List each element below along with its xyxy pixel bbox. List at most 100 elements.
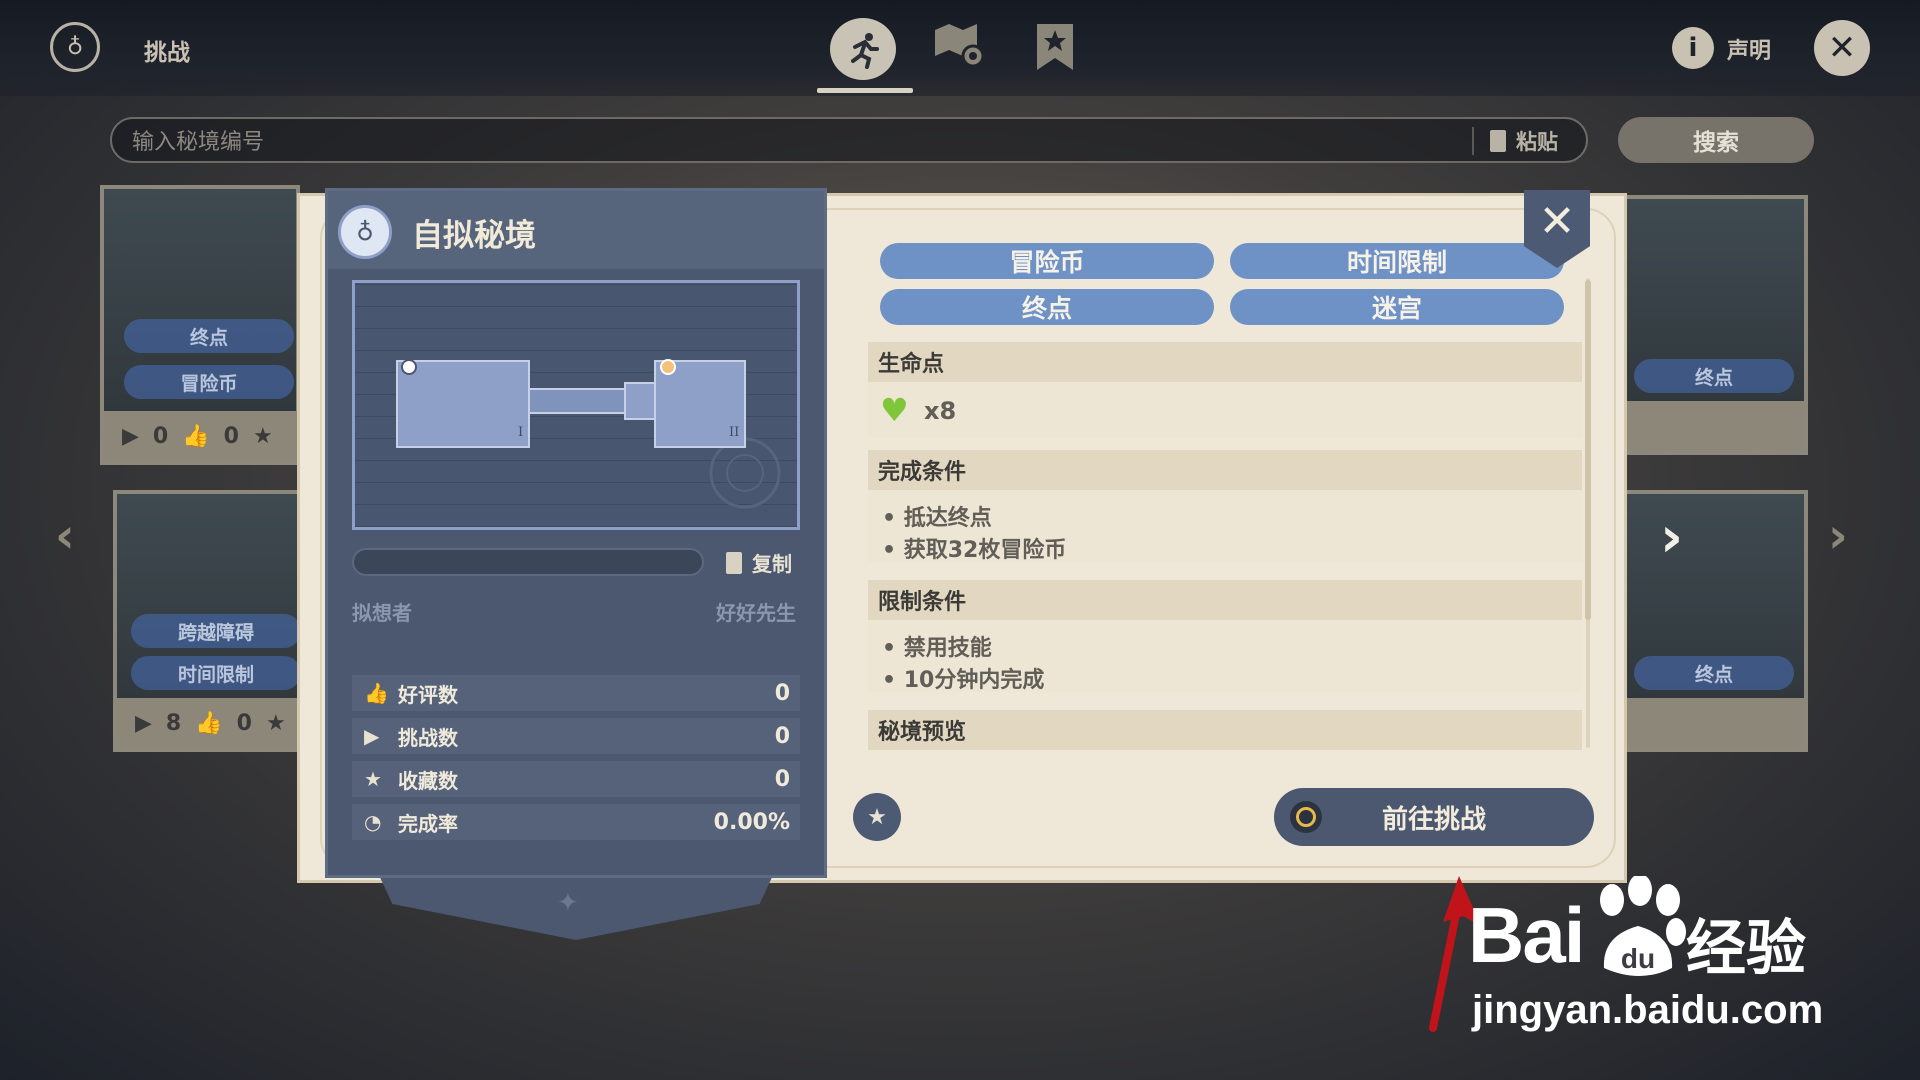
sparkle-icon: ✦ xyxy=(557,888,579,918)
section-header: 秘境预览 xyxy=(868,710,1582,750)
stat-row: ★ 收藏数 0 xyxy=(352,761,800,797)
star-icon: ★ xyxy=(265,710,286,736)
tag-pill: 冒险币 xyxy=(880,243,1214,279)
tab-challenge[interactable] xyxy=(830,18,896,80)
restriction-text: 禁用技能 xyxy=(903,636,992,661)
dialog-title: 自拟秘境 xyxy=(412,218,536,254)
like-count: 0 xyxy=(236,710,252,736)
paste-button[interactable]: 粘贴 xyxy=(1490,123,1558,159)
domain-card[interactable]: 终点 xyxy=(1620,195,1808,455)
card-stats: ▶ 0 👍 0 ★ xyxy=(104,411,296,461)
baidu-paw-logo: du xyxy=(1600,876,1686,976)
copy-icon xyxy=(726,551,742,574)
bookmark-star-icon xyxy=(1037,24,1073,70)
stat-value: 0 xyxy=(774,680,790,706)
tag-pill: 终点 xyxy=(880,289,1214,325)
creator-name: 好好先生 xyxy=(716,601,796,625)
stat-row: ◔ 完成率 0.00% xyxy=(352,804,800,840)
thumbs-up-icon: 👍 xyxy=(195,710,223,736)
stat-value: 0.00% xyxy=(713,809,790,835)
domain-id-field xyxy=(352,548,704,576)
tab-my-domains[interactable] xyxy=(933,22,987,76)
card-tag: 冒险币 xyxy=(124,365,294,399)
close-page-button[interactable]: ✕ xyxy=(1814,20,1870,76)
page-title: 挑战 xyxy=(144,40,190,66)
thumbs-up-icon: 👍 xyxy=(364,681,389,705)
play-count: 8 xyxy=(165,710,182,736)
star-icon: ★ xyxy=(867,804,887,830)
stat-value: 0 xyxy=(774,766,790,792)
thumbs-up-icon: 👍 xyxy=(182,423,210,449)
card-stats xyxy=(1624,401,1804,451)
copy-label: 复制 xyxy=(752,552,792,576)
condition-item: • 获取32枚冒险币 xyxy=(882,532,1066,564)
domain-card[interactable]: 终点 冒险币 ▶ 0 👍 0 ★ xyxy=(100,185,300,465)
restriction-item: • 10分钟内完成 xyxy=(882,662,1044,694)
prev-page-arrow[interactable]: ‹ xyxy=(55,508,75,564)
like-count: 0 xyxy=(223,423,239,449)
running-icon xyxy=(851,33,879,69)
condition-text: 抵达终点 xyxy=(903,506,992,531)
play-icon: ▶ xyxy=(122,423,139,449)
card-tag: 终点 xyxy=(1634,359,1794,393)
disclaimer-button[interactable]: 声明 xyxy=(1727,33,1771,65)
info-icon[interactable]: i xyxy=(1672,27,1714,69)
card-stats xyxy=(1624,698,1804,748)
close-icon: ✕ xyxy=(1827,28,1857,68)
heart-icon: ♥ xyxy=(880,391,909,429)
card-stats: ▶ 8 👍 0 ★ xyxy=(117,698,299,748)
play-icon: ▶ xyxy=(364,724,380,748)
creator-label: 拟想者 xyxy=(352,601,412,625)
map-gear-icon xyxy=(935,24,985,68)
copy-button[interactable]: 复制 xyxy=(726,548,792,577)
divider xyxy=(1472,127,1474,155)
bullet-dot: • xyxy=(882,636,904,661)
stat-value: 0 xyxy=(774,723,790,749)
clipboard-icon xyxy=(1490,130,1506,152)
section-header: 限制条件 xyxy=(868,580,1582,620)
active-tab-indicator xyxy=(817,88,913,93)
play-count: 0 xyxy=(152,423,169,449)
watermark-brand: Bai xyxy=(1468,891,1585,979)
stat-label: 挑战数 xyxy=(398,725,458,750)
bullet-dot: • xyxy=(882,506,904,531)
paste-label: 粘贴 xyxy=(1516,130,1558,154)
room-label: II xyxy=(729,425,740,440)
search-input[interactable] xyxy=(130,127,1384,157)
restriction-text: 10分钟内完成 xyxy=(903,668,1045,693)
room-label: I xyxy=(518,425,524,440)
section-header: 生命点 xyxy=(868,342,1582,382)
condition-item: • 抵达终点 xyxy=(882,500,992,532)
stat-row: 👍 好评数 0 xyxy=(352,675,800,711)
search-bar: 粘贴 xyxy=(110,117,1588,163)
svg-text:du: du xyxy=(1621,943,1655,974)
domain-card[interactable]: 跨越障碍 时间限制 ▶ 8 👍 0 ★ xyxy=(113,490,303,752)
watermark-suffix: 经验 xyxy=(1686,914,1806,984)
stat-label: 好评数 xyxy=(398,682,458,707)
next-card-arrow[interactable]: › xyxy=(1660,505,1683,570)
domain-map-preview: I II xyxy=(352,280,800,530)
start-challenge-button[interactable]: 前往挑战 xyxy=(1274,788,1594,846)
stat-label: 完成率 xyxy=(398,811,458,836)
tab-favorites[interactable] xyxy=(1035,22,1075,76)
pie-icon: ◔ xyxy=(364,810,382,834)
scrollbar-thumb[interactable] xyxy=(1585,280,1591,620)
life-count: x8 xyxy=(924,397,957,425)
domain-card[interactable]: 终点 xyxy=(1620,490,1808,752)
play-icon: ▶ xyxy=(135,710,152,736)
card-tag: 终点 xyxy=(124,319,294,353)
search-button[interactable]: 搜索 xyxy=(1618,117,1814,163)
controller-button-icon xyxy=(1290,801,1322,833)
star-icon: ★ xyxy=(252,423,273,449)
bullet-dot: • xyxy=(882,668,904,693)
domain-emblem-icon: ♁ xyxy=(338,205,392,259)
stat-label: 收藏数 xyxy=(398,768,458,793)
map-layout xyxy=(396,359,781,509)
next-page-arrow[interactable]: › xyxy=(1828,508,1848,564)
card-tag: 跨越障碍 xyxy=(131,614,299,648)
restriction-item: • 禁用技能 xyxy=(882,630,992,662)
section-header: 完成条件 xyxy=(868,450,1582,490)
favorite-button[interactable]: ★ xyxy=(853,793,901,841)
bullet-dot: • xyxy=(882,538,904,563)
condition-text: 获取32枚冒险币 xyxy=(903,538,1067,563)
